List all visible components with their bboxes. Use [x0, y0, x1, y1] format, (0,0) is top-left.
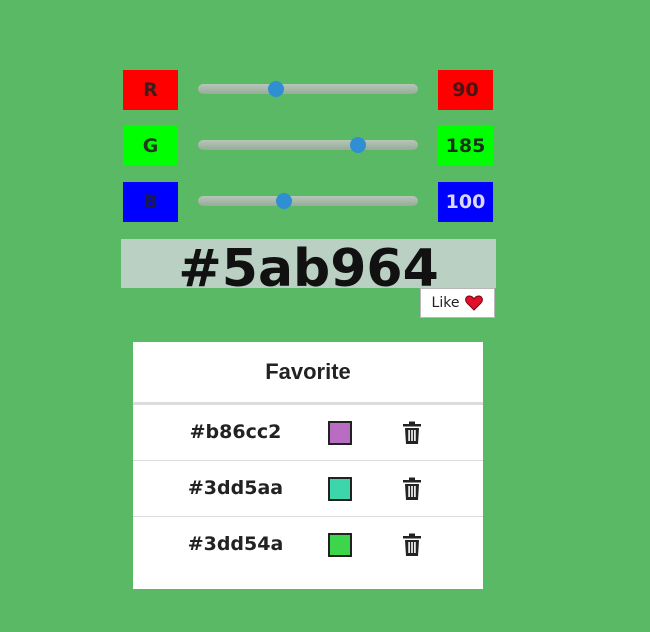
- trash-icon[interactable]: [401, 533, 423, 557]
- green-slider-track[interactable]: [198, 140, 418, 150]
- blue-value: 100: [438, 182, 493, 222]
- like-label: Like: [431, 295, 460, 311]
- favorites-title: Favorite: [133, 342, 483, 405]
- red-slider-row: R 90: [123, 70, 493, 110]
- blue-slider-row: B 100: [123, 182, 493, 222]
- red-slider-thumb[interactable]: [267, 81, 284, 97]
- red-value: 90: [438, 70, 493, 110]
- blue-channel-label: B: [123, 182, 178, 222]
- trash-icon[interactable]: [401, 421, 423, 445]
- favorite-hex: #3dd5aa: [187, 477, 284, 499]
- favorite-row: #3dd5aa: [133, 461, 483, 517]
- favorite-hex: #b86cc2: [189, 421, 282, 443]
- green-channel-label: G: [123, 126, 178, 166]
- favorite-swatch[interactable]: [328, 421, 352, 445]
- favorite-swatch[interactable]: [328, 477, 352, 501]
- green-slider-thumb[interactable]: [349, 137, 366, 153]
- favorites-panel: Favorite #b86cc2 #3dd5aa #3dd54a: [133, 342, 483, 589]
- red-slider-track[interactable]: [198, 84, 418, 94]
- favorite-row: #b86cc2: [133, 405, 483, 461]
- like-button[interactable]: Like: [420, 288, 495, 318]
- red-channel-label: R: [123, 70, 178, 110]
- current-color-hex: #5ab964: [121, 239, 496, 288]
- trash-icon[interactable]: [401, 477, 423, 501]
- green-slider-row: G 185: [123, 126, 493, 166]
- favorite-hex: #3dd54a: [187, 533, 284, 555]
- favorite-swatch[interactable]: [328, 533, 352, 557]
- green-value: 185: [438, 126, 493, 166]
- blue-slider-track[interactable]: [198, 196, 418, 206]
- favorite-row: #3dd54a: [133, 517, 483, 572]
- heart-icon: [465, 295, 484, 311]
- blue-slider-thumb[interactable]: [276, 193, 293, 209]
